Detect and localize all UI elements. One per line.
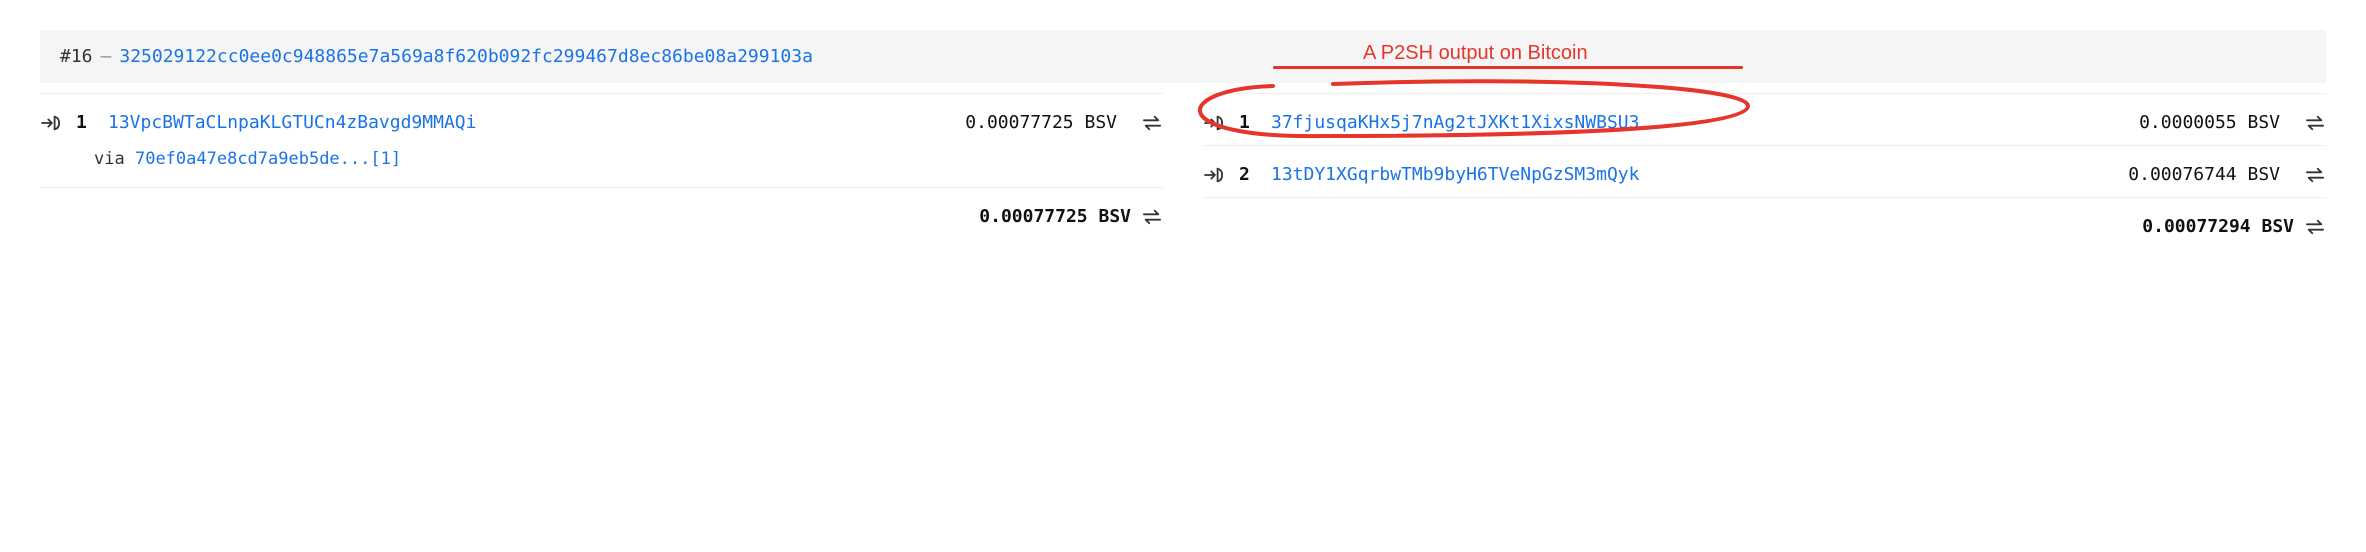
input-amount: 0.00077725 BSV [965, 112, 1117, 133]
output-row: A P2SH output on Bitcoin 1 37fjusqaKHx5j… [1203, 93, 2326, 145]
io-columns: 1 13VpcBWTaCLnpaKLGTUCn4zBavgd9MMAQi 0.0… [40, 93, 2326, 247]
tx-header: #16 – 325029122cc0ee0c948865e7a569a8f620… [40, 30, 2326, 83]
swap-icon[interactable] [2294, 218, 2326, 236]
currency-label: BSV [2247, 112, 2280, 133]
amount-value: 0.00077725 [979, 206, 1087, 227]
swap-icon[interactable] [1131, 208, 1163, 226]
via-row: via 70ef0a47e8cd7a9eb5de...[1] [40, 145, 1163, 187]
output-address-link[interactable]: 37fjusqaKHx5j7nAg2tJXKt1XixsNWBSU3 [1271, 112, 2115, 133]
amount-value: 0.00077294 [2142, 216, 2250, 237]
outputs-column: A P2SH output on Bitcoin 1 37fjusqaKHx5j… [1203, 93, 2326, 247]
currency-label: BSV [2247, 164, 2280, 185]
via-link[interactable]: 70ef0a47e8cd7a9eb5de...[1] [135, 149, 401, 169]
inputs-total: 0.00077725 BSV [979, 206, 1131, 227]
output-arrow-icon [1203, 114, 1225, 132]
amount-value: 0.00076744 [2128, 164, 2236, 185]
txid-link[interactable]: 325029122cc0ee0c948865e7a569a8f620b092fc… [119, 46, 813, 67]
swap-icon[interactable] [2294, 166, 2326, 184]
output-amount: 0.0000055 BSV [2139, 112, 2280, 133]
output-address-link[interactable]: 13tDY1XGqrbwTMb9byH6TVeNpGzSM3mQyk [1271, 164, 2104, 185]
output-index: 1 [1239, 112, 1257, 133]
annotation-circle [1193, 74, 1753, 144]
inputs-total-row: 0.00077725 BSV [40, 187, 1163, 237]
outputs-total-row: 0.00077294 BSV [1203, 197, 2326, 247]
currency-label: BSV [2261, 216, 2294, 237]
input-address-link[interactable]: 13VpcBWTaCLnpaKLGTUCn4zBavgd9MMAQi [108, 112, 941, 133]
amount-value: 0.0000055 [2139, 112, 2237, 133]
swap-icon[interactable] [2294, 114, 2326, 132]
inputs-column: 1 13VpcBWTaCLnpaKLGTUCn4zBavgd9MMAQi 0.0… [40, 93, 1163, 247]
output-index: 2 [1239, 164, 1257, 185]
input-arrow-icon [40, 114, 62, 132]
input-row: 1 13VpcBWTaCLnpaKLGTUCn4zBavgd9MMAQi 0.0… [40, 93, 1163, 145]
tx-index: #16 [60, 46, 93, 67]
swap-icon[interactable] [1131, 114, 1163, 132]
currency-label: BSV [1084, 112, 1117, 133]
annotation-label: A P2SH output on Bitcoin [1363, 42, 1588, 65]
dash: – [101, 46, 112, 67]
output-row: 2 13tDY1XGqrbwTMb9byH6TVeNpGzSM3mQyk 0.0… [1203, 145, 2326, 197]
annotation-underline [1273, 66, 1743, 69]
input-index: 1 [76, 112, 94, 133]
amount-value: 0.00077725 [965, 112, 1073, 133]
via-prefix: via [94, 149, 125, 169]
output-arrow-icon [1203, 166, 1225, 184]
currency-label: BSV [1098, 206, 1131, 227]
output-amount: 0.00076744 BSV [2128, 164, 2280, 185]
outputs-total: 0.00077294 BSV [2142, 216, 2294, 237]
